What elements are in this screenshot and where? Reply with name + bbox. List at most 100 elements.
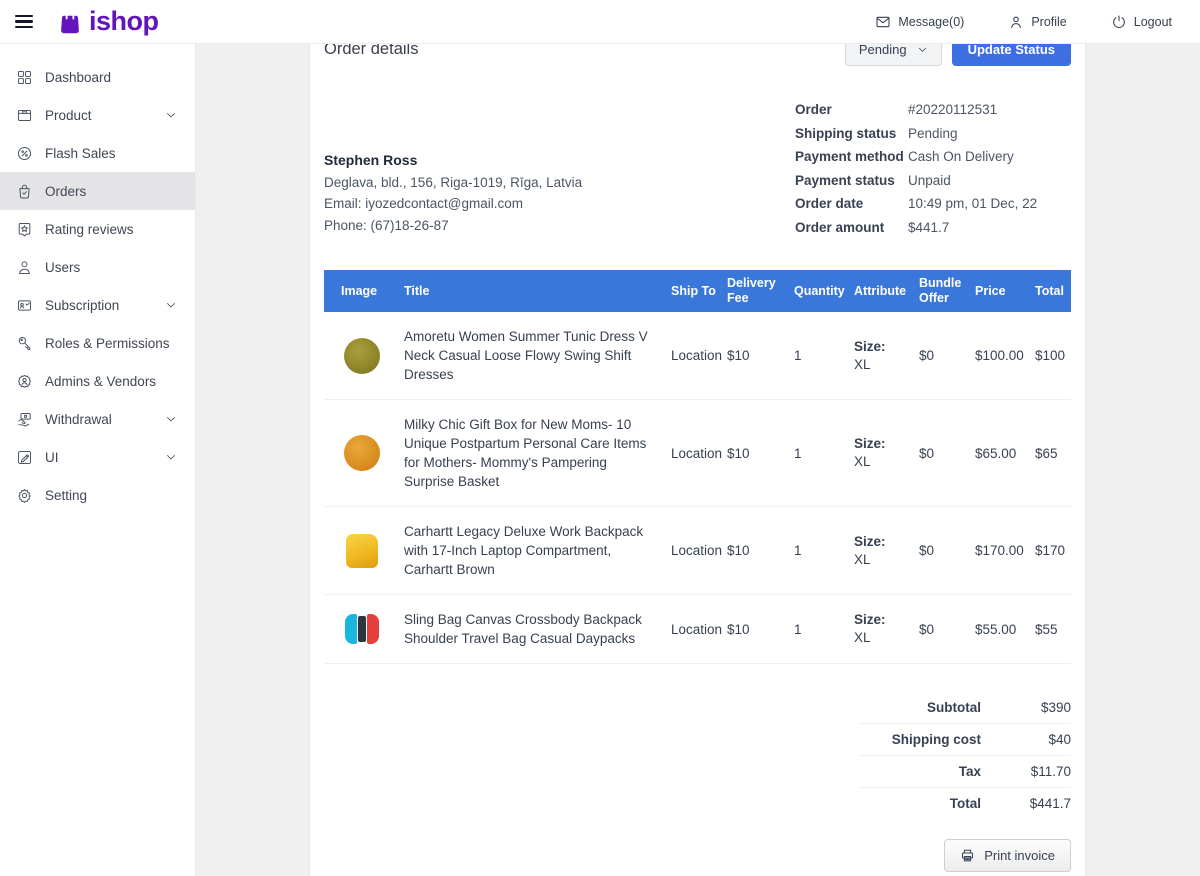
order-meta-row: Order amount $441.7 (795, 216, 1071, 240)
chevron-down-icon (165, 299, 177, 311)
tax-value: $11.70 (1009, 764, 1071, 779)
bundle-offer-value: $0 (919, 543, 975, 558)
sidebar-item-admins-vendors[interactable]: Admins & Vendors (0, 362, 195, 400)
quantity-value: 1 (794, 543, 854, 558)
sidebar-label: Subscription (45, 298, 119, 313)
sidebar-item-ui[interactable]: UI (0, 438, 195, 476)
shipping-cost-row: Shipping cost $40 (859, 723, 1071, 755)
bundle-offer-value: $0 (919, 622, 975, 637)
users-person-icon (16, 259, 33, 276)
subtotal-value: $390 (1009, 700, 1071, 715)
shopping-bag-logo-icon (55, 7, 85, 37)
product-box-icon (16, 107, 33, 124)
withdrawal-hand-icon (16, 411, 33, 428)
yellow-backpack-product-photo (346, 534, 378, 568)
attribute-label: Size: (854, 435, 911, 453)
product-title: Sling Bag Canvas Crossbody Backpack Shou… (404, 610, 671, 648)
price-value: $100.00 (975, 348, 1035, 363)
sidebar-item-withdrawal[interactable]: Withdrawal (0, 400, 195, 438)
roles-key-icon (16, 335, 33, 352)
sidebar-label: UI (45, 450, 59, 465)
attribute-value: Size:XL (854, 435, 919, 471)
attribute-value: Size:XL (854, 338, 919, 374)
total-value: $55 (1035, 622, 1071, 637)
sidebar-label: Flash Sales (45, 146, 116, 161)
print-invoice-label: Print invoice (984, 848, 1055, 863)
attribute-label: Size: (854, 338, 911, 356)
sidebar-label: Rating reviews (45, 222, 134, 237)
admins-gear-person-icon (16, 373, 33, 390)
sidebar-label: Admins & Vendors (45, 374, 156, 389)
sidebar-item-setting[interactable]: Setting (0, 476, 195, 514)
column-header-attribute: Attribute (854, 284, 919, 299)
top-header-bar: ishop Message(0) Profile Logout (0, 0, 1200, 44)
joycon-sling-bag-product-photo (344, 611, 380, 647)
order-meta-row: Payment status Unpaid (795, 169, 1071, 193)
printer-icon (960, 848, 975, 863)
power-icon (1111, 14, 1127, 30)
sidebar-item-flash-sales[interactable]: Flash Sales (0, 134, 195, 172)
profile-link[interactable]: Profile (1008, 14, 1066, 30)
messages-label: Message(0) (898, 15, 964, 29)
order-meta-row: Order date 10:49 pm, 01 Dec, 22 (795, 192, 1071, 216)
column-header-delivery-fee: Delivery Fee (727, 276, 794, 306)
column-header-bundle-offer: Bundle Offer (919, 276, 975, 306)
bundle-offer-value: $0 (919, 446, 975, 461)
table-row: Carhartt Legacy Deluxe Work Backpack wit… (324, 507, 1071, 595)
hamburger-menu-icon[interactable] (15, 12, 33, 32)
sidebar-item-roles-permissions[interactable]: Roles & Permissions (0, 324, 195, 362)
subtotal-label: Subtotal (859, 700, 1009, 715)
total-value: $65 (1035, 446, 1071, 461)
order-date-value: 10:49 pm, 01 Dec, 22 (908, 196, 1037, 211)
attribute-label: Size: (854, 533, 911, 551)
total-value: $170 (1035, 543, 1071, 558)
sidebar-item-dashboard[interactable]: Dashboard (0, 58, 195, 96)
table-row: Sling Bag Canvas Crossbody Backpack Shou… (324, 595, 1071, 664)
grand-total-label: Total (859, 796, 1009, 811)
messages-link[interactable]: Message(0) (875, 14, 964, 30)
brand-logo[interactable]: ishop (55, 6, 159, 37)
bundle-offer-value: $0 (919, 348, 975, 363)
sidebar-item-product[interactable]: Product (0, 96, 195, 134)
order-meta-label: Payment method (795, 149, 908, 164)
order-meta-row: Shipping status Pending (795, 122, 1071, 146)
order-details-card: Order details Pending Update Status Step… (310, 19, 1085, 876)
sidebar-item-subscription[interactable]: Subscription (0, 286, 195, 324)
customer-phone: Phone: (67)18-26-87 (324, 215, 582, 237)
sidebar-item-orders[interactable]: Orders (0, 172, 195, 210)
sidebar-item-users[interactable]: Users (0, 248, 195, 286)
order-status-select-value: Pending (859, 42, 907, 57)
price-value: $170.00 (975, 543, 1035, 558)
delivery-fee-value: $10 (727, 622, 794, 637)
column-header-price: Price (975, 284, 1035, 299)
setting-gear-icon (16, 487, 33, 504)
attribute-value: Size:XL (854, 611, 919, 647)
subscription-card-icon (16, 297, 33, 314)
print-invoice-button[interactable]: Print invoice (944, 839, 1071, 872)
ship-to-value: Location (671, 446, 727, 461)
person-icon (1008, 14, 1024, 30)
column-header-total: Total (1035, 284, 1071, 299)
quantity-value: 1 (794, 348, 854, 363)
attribute-size: XL (854, 357, 871, 372)
tax-row: Tax $11.70 (859, 755, 1071, 787)
table-header-row: Image Title Ship To Delivery Fee Quantit… (324, 270, 1071, 312)
envelope-icon (875, 14, 891, 30)
order-meta-label: Order amount (795, 220, 908, 235)
brand-name: ishop (89, 6, 159, 37)
attribute-value: Size:XL (854, 533, 919, 569)
logout-link[interactable]: Logout (1111, 14, 1172, 30)
grand-total-value: $441.7 (1009, 796, 1071, 811)
flash-sales-percent-icon (16, 145, 33, 162)
dashboard-grid-icon (16, 69, 33, 86)
customer-info-block: Stephen Ross Deglava, bld., 156, Riga-10… (324, 150, 582, 239)
table-row: Milky Chic Gift Box for New Moms- 10 Uni… (324, 400, 1071, 507)
order-items-table: Image Title Ship To Delivery Fee Quantit… (324, 270, 1071, 664)
shipping-cost-label: Shipping cost (859, 732, 1009, 747)
price-value: $65.00 (975, 446, 1035, 461)
sidebar-item-rating-reviews[interactable]: Rating reviews (0, 210, 195, 248)
profile-label: Profile (1031, 15, 1066, 29)
attribute-size: XL (854, 552, 871, 567)
sidebar-label: Orders (45, 184, 86, 199)
product-title: Milky Chic Gift Box for New Moms- 10 Uni… (404, 415, 671, 491)
